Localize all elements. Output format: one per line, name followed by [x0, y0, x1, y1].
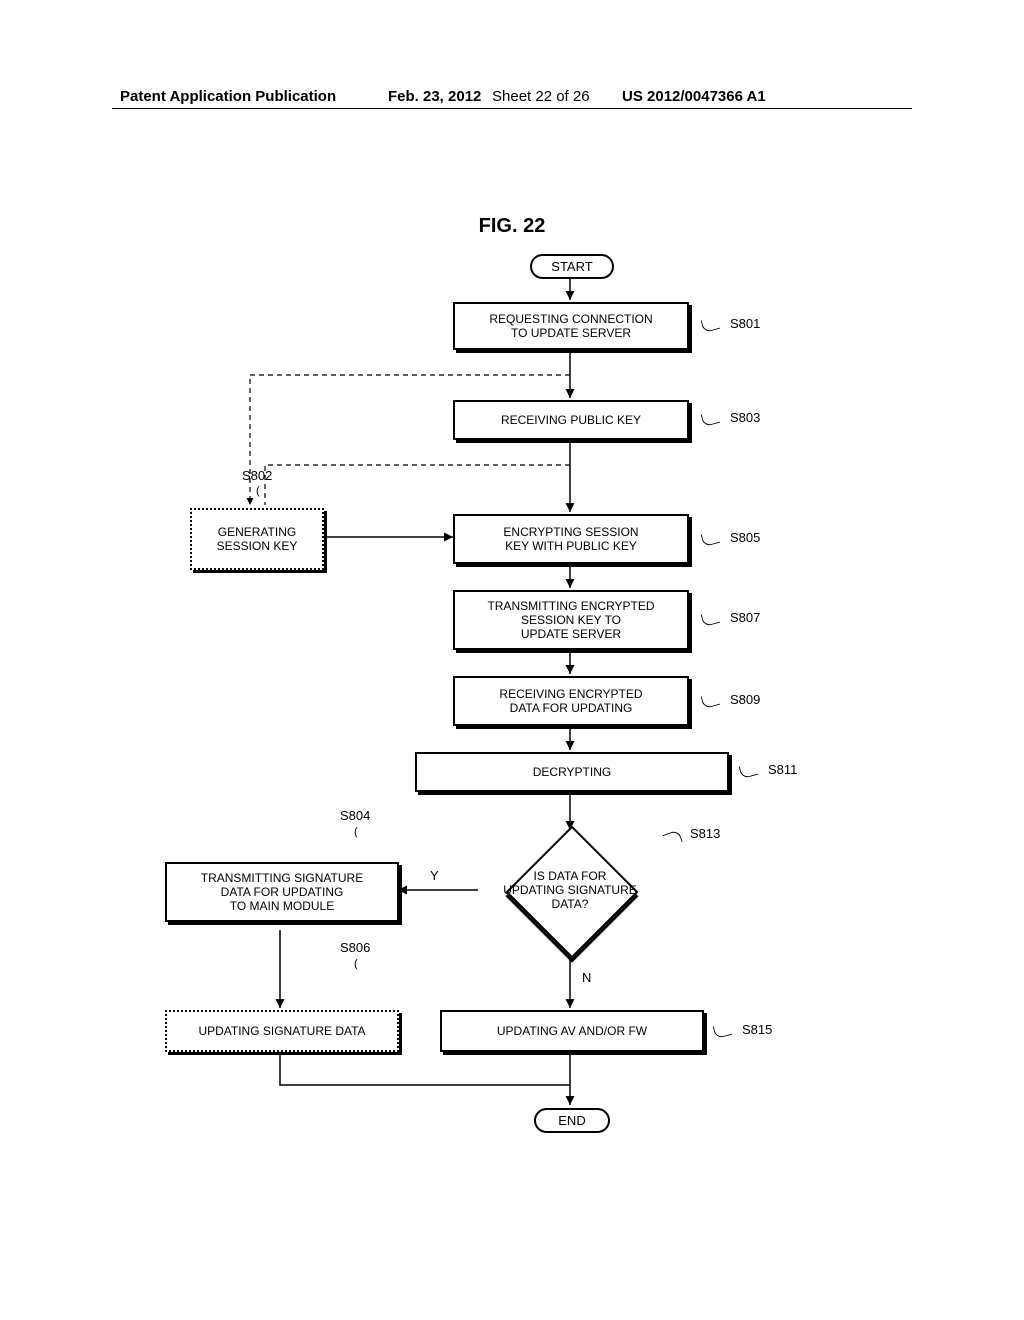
- s807-text: TRANSMITTING ENCRYPTED SESSION KEY TO UP…: [487, 599, 654, 641]
- process-s807: TRANSMITTING ENCRYPTED SESSION KEY TO UP…: [453, 590, 689, 650]
- process-s804: TRANSMITTING SIGNATURE DATA FOR UPDATING…: [165, 862, 399, 922]
- ref-mark: (: [354, 958, 358, 970]
- s801-text: REQUESTING CONNECTION TO UPDATE SERVER: [489, 312, 652, 340]
- end-text: END: [558, 1113, 585, 1128]
- label-s802: S802: [242, 468, 272, 483]
- process-s815: UPDATING AV AND/OR FW: [440, 1010, 704, 1052]
- label-s805: S805: [730, 530, 760, 545]
- docnum-label: US 2012/0047366 A1: [622, 88, 766, 105]
- process-s802: GENERATING SESSION KEY: [190, 508, 324, 570]
- s811-text: DECRYPTING: [533, 765, 611, 779]
- s813-text: IS DATA FOR UPDATING SIGNATURE DATA?: [503, 869, 637, 911]
- branch-no: N: [582, 970, 591, 985]
- s802-text: GENERATING SESSION KEY: [217, 525, 298, 553]
- process-s811: DECRYPTING: [415, 752, 729, 792]
- terminator-end: END: [534, 1108, 610, 1133]
- publication-label: Patent Application Publication: [120, 88, 336, 105]
- process-s806: UPDATING SIGNATURE DATA: [165, 1010, 399, 1052]
- process-s809: RECEIVING ENCRYPTED DATA FOR UPDATING: [453, 676, 689, 726]
- label-s804: S804: [340, 808, 370, 823]
- ref-mark: (: [354, 826, 358, 838]
- label-s809: S809: [730, 692, 760, 707]
- s805-text: ENCRYPTING SESSION KEY WITH PUBLIC KEY: [503, 525, 638, 553]
- terminator-start: START: [530, 254, 614, 279]
- s804-text: TRANSMITTING SIGNATURE DATA FOR UPDATING…: [201, 871, 363, 913]
- figure-title: FIG. 22: [0, 215, 1024, 238]
- process-s801: REQUESTING CONNECTION TO UPDATE SERVER: [453, 302, 689, 350]
- ref-mark: (: [256, 485, 260, 497]
- header-rule: [112, 108, 912, 109]
- label-s813: S813: [690, 826, 720, 841]
- label-s806: S806: [340, 940, 370, 955]
- date-label: Feb. 23, 2012: [388, 88, 481, 105]
- label-s803: S803: [730, 410, 760, 425]
- s806-text: UPDATING SIGNATURE DATA: [198, 1024, 365, 1038]
- sheet-label: Sheet 22 of 26: [492, 88, 590, 105]
- flowchart: START REQUESTING CONNECTION TO UPDATE SE…: [130, 250, 910, 1200]
- branch-yes: Y: [430, 868, 439, 883]
- s815-text: UPDATING AV AND/OR FW: [497, 1024, 647, 1038]
- process-s805: ENCRYPTING SESSION KEY WITH PUBLIC KEY: [453, 514, 689, 564]
- label-s801: S801: [730, 316, 760, 331]
- decision-s813: IS DATA FOR UPDATING SIGNATURE DATA?: [475, 830, 665, 950]
- label-s815: S815: [742, 1022, 772, 1037]
- label-s807: S807: [730, 610, 760, 625]
- label-s811: S811: [768, 762, 797, 777]
- page: Patent Application Publication Feb. 23, …: [0, 0, 1024, 1320]
- process-s803: RECEIVING PUBLIC KEY: [453, 400, 689, 440]
- s809-text: RECEIVING ENCRYPTED DATA FOR UPDATING: [499, 687, 642, 715]
- s803-text: RECEIVING PUBLIC KEY: [501, 413, 641, 427]
- start-text: START: [551, 259, 592, 274]
